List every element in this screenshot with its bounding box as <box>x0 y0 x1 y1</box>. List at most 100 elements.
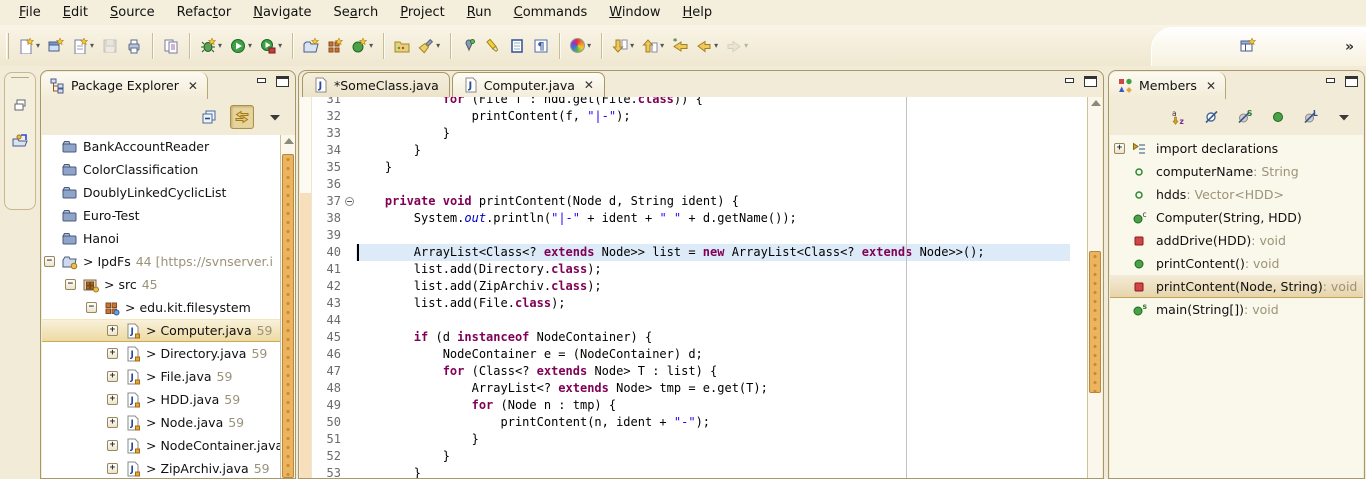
print-button[interactable] <box>122 33 146 59</box>
open-type-folder-button[interactable] <box>390 33 414 59</box>
run-button[interactable]: ▾ <box>226 33 256 59</box>
sort-alpha-button[interactable]: az <box>1167 105 1191 129</box>
menu-window[interactable]: Window <box>598 2 671 23</box>
back-button[interactable]: ▾ <box>692 33 722 59</box>
package-explorer-scrollbar[interactable] <box>280 135 295 478</box>
tree-item-colorclassification[interactable]: ColorClassification <box>42 158 294 181</box>
last-edit-location-button[interactable]: * <box>668 33 692 59</box>
perspective-overflow-chevrons[interactable]: » <box>1345 39 1354 55</box>
package-explorer-tab[interactable]: Package Explorer ✕ <box>41 72 208 99</box>
new-file-button[interactable]: ▾ <box>14 33 44 59</box>
collapse-icon[interactable]: − <box>86 302 97 313</box>
copy-docs-button[interactable] <box>159 33 183 59</box>
expand-icon[interactable]: + <box>107 371 118 382</box>
menu-run[interactable]: Run <box>456 2 503 23</box>
tree-item-nodecontainer-java[interactable]: +J> NodeContainer.java <box>42 434 294 457</box>
member-item-adddrive-hdd[interactable]: addDrive(HDD) : void <box>1110 229 1363 252</box>
expand-icon[interactable]: + <box>107 394 118 405</box>
scrollbar-thumb[interactable] <box>1089 251 1101 393</box>
scrollbar-thumb[interactable] <box>282 154 294 478</box>
menu-refactor[interactable]: Refactor <box>166 2 243 23</box>
run-external-button[interactable]: ▾ <box>256 33 286 59</box>
members-close-icon[interactable]: ✕ <box>1206 79 1216 93</box>
editor-tab--someclass-java[interactable]: J*SomeClass.java <box>302 72 450 97</box>
tree-item-ipdfs[interactable]: −> IpdFs44 [https://svnserver.i <box>42 250 294 273</box>
editor-tab-computer-java[interactable]: JComputer.java✕ <box>452 72 605 97</box>
editor-scrollbar[interactable] <box>1087 97 1102 478</box>
dropdown-caret-icon[interactable]: ▾ <box>436 41 440 50</box>
dropdown-caret-icon[interactable]: ▾ <box>278 41 282 50</box>
tree-item-computer-java[interactable]: +J> Computer.java59 <box>42 319 294 342</box>
highlighter-button[interactable] <box>481 33 505 59</box>
show-source-button[interactable] <box>505 33 529 59</box>
show-public-button[interactable] <box>1266 105 1290 129</box>
fold-collapse-icon[interactable] <box>345 197 354 206</box>
collapse-icon[interactable]: − <box>44 256 55 267</box>
save-button[interactable] <box>98 33 122 59</box>
new-class-button[interactable]: ▾ <box>347 33 377 59</box>
tree-item-doublylinkedcycliclist[interactable]: DoublyLinkedCyclicList <box>42 181 294 204</box>
menu-source[interactable]: Source <box>99 2 166 23</box>
tree-item-src[interactable]: −> src45 <box>42 273 294 296</box>
tree-item-ziparchiv-java[interactable]: +J> ZipArchiv.java59 <box>42 457 294 478</box>
dropdown-caret-icon[interactable]: ▾ <box>714 41 718 50</box>
search-flashlight-button[interactable]: ▾ <box>414 33 444 59</box>
expand-icon[interactable]: + <box>107 348 118 359</box>
new-java-project-button[interactable] <box>299 33 323 59</box>
dropdown-caret-icon[interactable]: ▾ <box>248 41 252 50</box>
member-item-computer-string-hdd[interactable]: cComputer(String, HDD) <box>1110 206 1363 229</box>
dropdown-caret-icon[interactable]: ▾ <box>369 41 373 50</box>
scroll-up-arrow-icon[interactable] <box>1091 100 1101 106</box>
tree-item-file-java[interactable]: +J> File.java59 <box>42 365 294 388</box>
code-editor[interactable]: 31 for (File f : hdd.get(File.class)) {3… <box>300 97 1102 478</box>
tree-item-node-java[interactable]: +J> Node.java59 <box>42 411 294 434</box>
expand-icon[interactable]: + <box>1114 143 1125 154</box>
hide-static-button[interactable]: S <box>1233 105 1257 129</box>
collapse-icon[interactable]: − <box>65 279 76 290</box>
dropdown-caret-icon[interactable]: ▾ <box>630 41 634 50</box>
members-tab[interactable]: Members ✕ <box>1109 72 1226 99</box>
member-item-computername[interactable]: computerName : String <box>1110 160 1363 183</box>
tree-item-bankaccountreader[interactable]: BankAccountReader <box>42 135 294 158</box>
minimize-button[interactable] <box>256 76 269 87</box>
tab-close-icon[interactable]: ✕ <box>584 78 594 92</box>
member-item-printcontent-node-string[interactable]: printContent(Node, String) : void <box>1110 275 1363 298</box>
expand-icon[interactable]: + <box>107 417 118 428</box>
show-whitespace-button[interactable]: ¶ <box>529 33 553 59</box>
link-with-editor-button[interactable] <box>230 105 254 129</box>
hide-local-button[interactable]: L <box>1299 105 1323 129</box>
toolbar-drag-handle[interactable] <box>6 33 9 59</box>
expand-icon[interactable]: + <box>107 440 118 451</box>
dropdown-caret-icon[interactable]: ▾ <box>660 41 664 50</box>
tree-item-edu-kit-filesystem[interactable]: −> edu.kit.filesystem <box>42 296 294 319</box>
member-item-import-declarations[interactable]: +import declarations <box>1110 137 1363 160</box>
scroll-up-arrow-icon[interactable] <box>284 138 294 144</box>
menu-commands[interactable]: Commands <box>503 2 599 23</box>
dropdown-caret-icon[interactable]: ▾ <box>36 41 40 50</box>
member-item-printcontent[interactable]: printContent() : void <box>1110 252 1363 275</box>
new-package-button[interactable] <box>323 33 347 59</box>
debug-button[interactable]: ▾ <box>196 33 226 59</box>
expand-icon[interactable]: + <box>107 325 118 336</box>
tree-item-directory-java[interactable]: +J> Directory.java59 <box>42 342 294 365</box>
next-annotation-button[interactable]: ▾ <box>608 33 638 59</box>
tree-item-hanoi[interactable]: Hanoi <box>42 227 294 250</box>
package-explorer-close-icon[interactable]: ✕ <box>188 79 198 93</box>
dropdown-caret-icon[interactable]: ▾ <box>90 41 94 50</box>
prev-annotation-button[interactable]: ▾ <box>638 33 668 59</box>
menu-search[interactable]: Search <box>323 2 390 23</box>
view-menu-button[interactable] <box>1332 105 1356 129</box>
dropdown-caret-icon[interactable]: ▾ <box>218 41 222 50</box>
view-menu-button[interactable] <box>263 105 287 129</box>
maximize-button[interactable] <box>1084 76 1097 87</box>
menu-file[interactable]: File <box>8 2 52 23</box>
new-window-button[interactable] <box>44 33 68 59</box>
collapse-all-button[interactable] <box>197 105 221 129</box>
restore-window-button[interactable] <box>8 92 32 118</box>
minimize-button[interactable] <box>1325 76 1338 87</box>
forward-button[interactable]: ▾ <box>722 33 752 59</box>
tree-item-hdd-java[interactable]: +J> HDD.java59 <box>42 388 294 411</box>
expand-icon[interactable]: + <box>107 463 118 474</box>
hide-fields-button[interactable] <box>1200 105 1224 129</box>
minimize-button[interactable] <box>1064 76 1077 87</box>
